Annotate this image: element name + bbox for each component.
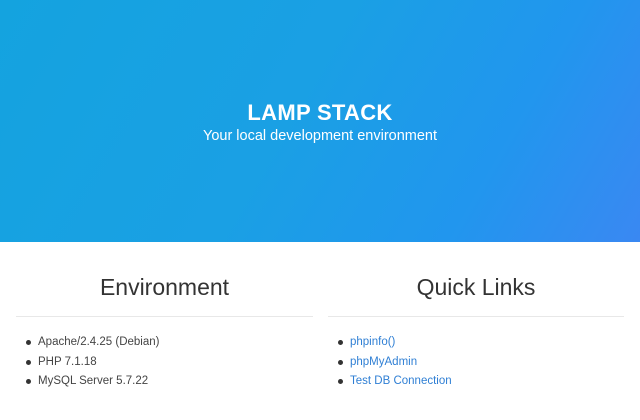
bullet-icon (26, 379, 31, 384)
environment-section: Environment Apache/2.4.25 (Debian) PHP 7… (16, 242, 313, 420)
bullet-icon (26, 359, 31, 365)
environment-divider (16, 316, 313, 317)
quick-links-section: Quick Links phpinfo() phpMyAdmin Test DB… (328, 242, 624, 420)
hero-banner: LAMP STACK Your local development enviro… (0, 0, 640, 242)
quick-links-divider (328, 316, 624, 317)
phpinfo-link[interactable]: phpinfo() (350, 336, 395, 348)
hero-title: LAMP STACK (247, 100, 393, 125)
environment-item-label: PHP 7.1.18 (38, 355, 97, 368)
test-db-connection-link[interactable]: Test DB Connection (350, 375, 452, 387)
quick-link-item-phpmyadmin: phpMyAdmin (338, 353, 452, 373)
quick-links-list: phpinfo() phpMyAdmin Test DB Connection (338, 333, 452, 392)
environment-item-apache: Apache/2.4.25 (Debian) (26, 333, 159, 353)
environment-item-label: MySQL Server 5.7.22 (38, 375, 149, 387)
environment-item-mysql: MySQL Server 5.7.22 (26, 372, 159, 392)
environment-heading: Environment (99, 274, 230, 300)
quick-link-item-phpinfo: phpinfo() (338, 333, 452, 353)
environment-item-label: Apache/2.4.25 (Debian) (38, 336, 160, 348)
bullet-icon (26, 340, 31, 345)
hero-subtitle: Your local development environment (202, 128, 438, 144)
bullet-icon (338, 340, 343, 345)
bullet-icon (338, 379, 343, 384)
quick-links-heading: Quick Links (416, 274, 536, 300)
phpmyadmin-link[interactable]: phpMyAdmin (350, 356, 417, 368)
environment-item-php: PHP 7.1.18 (26, 353, 159, 373)
bullet-icon (338, 359, 343, 365)
environment-list: Apache/2.4.25 (Debian) PHP 7.1.18 MySQL … (26, 333, 159, 392)
quick-link-item-test-db: Test DB Connection (338, 372, 452, 392)
